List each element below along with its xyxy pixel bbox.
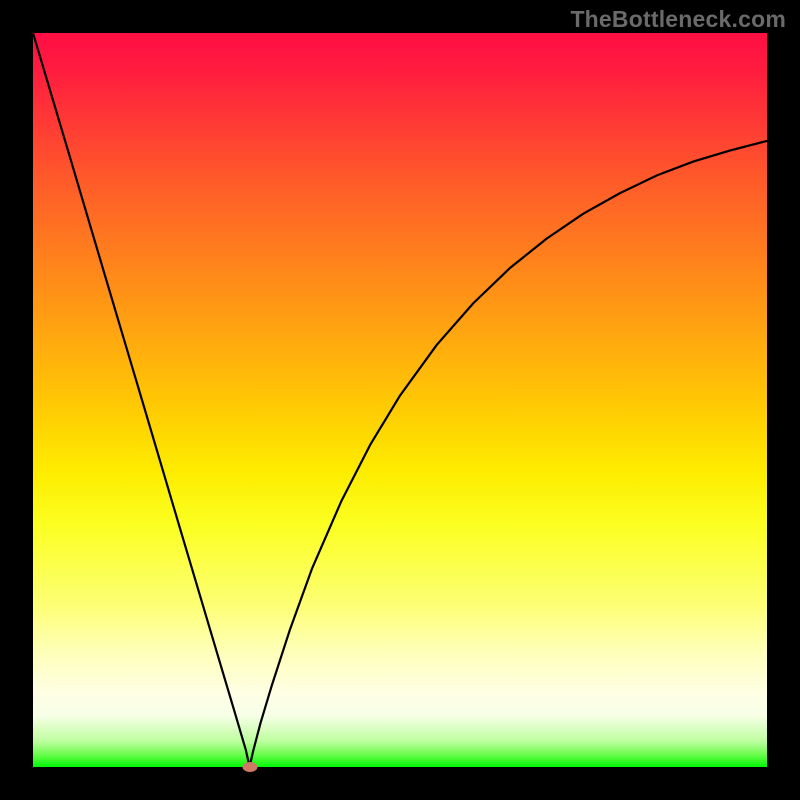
minimum-marker xyxy=(242,762,257,772)
chart-frame: TheBottleneck.com xyxy=(0,0,800,800)
watermark-text: TheBottleneck.com xyxy=(570,6,786,33)
plot-background-gradient xyxy=(33,33,767,767)
